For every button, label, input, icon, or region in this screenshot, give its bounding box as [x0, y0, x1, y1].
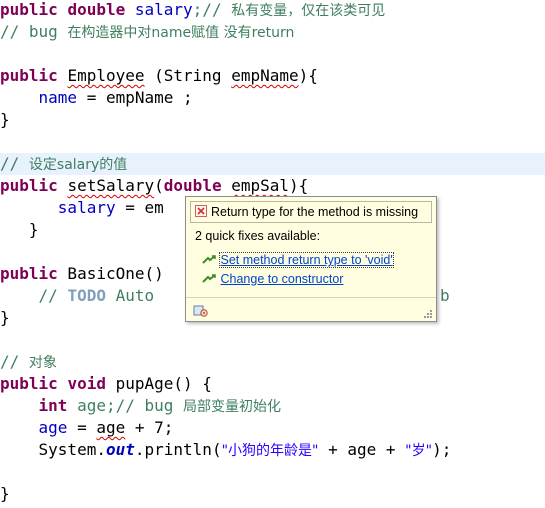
comment-text: 设定salary的值 — [28, 157, 128, 173]
quick-fix-popup[interactable]: Return type for the method is missing 2 … — [185, 196, 437, 322]
code-line-2: // bug 在构造器中对name赋值 没有return — [0, 21, 545, 43]
code-line-9: public setSalary(double empSal){ — [0, 175, 545, 197]
quickfix-bulb-icon — [202, 273, 216, 283]
keyword: double — [67, 0, 126, 19]
code-text: ){ — [298, 66, 318, 85]
comment-prefix: // — [0, 154, 29, 173]
code-line-6: } — [0, 110, 10, 129]
comment-text: Auto — [105, 286, 155, 305]
code-line-1: public double salary;// 私有变量，仅在该类可见 — [0, 0, 545, 21]
code-line-21: System.out.println("小狗的年龄是" + age + "岁")… — [0, 439, 545, 461]
code-text: ); — [432, 440, 452, 459]
keyword: int — [38, 396, 68, 415]
code-line-19: int age;// bug 局部变量初始化 — [0, 395, 545, 417]
settings-icon[interactable] — [193, 302, 209, 318]
string-literal: "岁" — [405, 443, 433, 459]
keyword: public — [0, 374, 58, 393]
param-name: empName — [231, 66, 299, 85]
code-text: BasicOne() — [57, 264, 164, 283]
comment-prefix: // — [38, 286, 68, 305]
comment-text: b — [440, 286, 450, 305]
keyword: public — [0, 176, 58, 195]
comment-prefix: // — [0, 352, 29, 371]
code-text: + 7; — [125, 418, 174, 437]
field-name: salary — [134, 0, 193, 19]
comment-text: 私有变量，仅在该类可见 — [231, 3, 386, 19]
code-text: age;// bug — [67, 396, 184, 415]
static-field: out — [105, 440, 135, 459]
comment-text: 在构造器中对name赋值 没有return — [67, 25, 295, 41]
code-text: + age + — [318, 440, 406, 459]
code-text: = em — [115, 198, 164, 217]
popup-title-bar: Return type for the method is missing — [190, 201, 432, 223]
code-line-20: age = age + 7; — [0, 417, 545, 439]
keyword: void — [67, 374, 106, 393]
keyword: public — [0, 0, 58, 19]
code-line-4: public Employee (String empName){ — [0, 65, 545, 87]
popup-footer — [186, 297, 436, 322]
quick-fix-item-constructor[interactable]: Change to constructor — [201, 270, 343, 288]
string-literal: "小狗的年龄是" — [221, 443, 319, 459]
comment-text: 局部变量初始化 — [183, 399, 282, 415]
keyword: double — [163, 176, 222, 195]
code-text: ){ — [289, 176, 309, 195]
quick-fix-link-void[interactable]: Set method return type to 'void' — [219, 252, 394, 268]
variable-name: age — [96, 418, 126, 437]
code-text: (String — [144, 66, 232, 85]
error-icon — [195, 205, 207, 217]
quick-fix-link-constructor[interactable]: Change to constructor — [220, 272, 343, 286]
method-name-error[interactable]: setSalary — [67, 176, 154, 195]
code-text: pupAge() { — [105, 374, 212, 393]
comment-prefix: // bug — [0, 22, 68, 41]
resize-grip-icon[interactable] — [422, 308, 433, 319]
todo-tag: TODO — [67, 286, 106, 305]
quick-fix-item-void[interactable]: Set method return type to 'void' — [201, 251, 394, 269]
code-line-14-tail: b — [440, 285, 460, 307]
quick-fix-count: 2 quick fixes available: — [195, 229, 321, 243]
field-name: name — [38, 88, 78, 107]
variable-name: age — [38, 418, 68, 437]
code-punct: ;// — [192, 0, 232, 19]
code-text: .println( — [134, 440, 222, 459]
code-text: = empName ; — [77, 88, 193, 107]
code-line-8-current: // 设定salary的值 — [0, 153, 545, 175]
code-text: = — [67, 418, 97, 437]
code-text: System. — [38, 440, 106, 459]
quickfix-bulb-icon — [202, 254, 216, 264]
problem-title: Return type for the method is missing — [211, 205, 419, 219]
field-name: salary — [57, 198, 116, 217]
code-line-17: // 对象 — [0, 351, 545, 373]
code-line-23: } — [0, 484, 10, 503]
code-line-18: public void pupAge() { — [0, 373, 545, 395]
constructor-name: Employee — [67, 66, 145, 85]
code-line-5: name = empName ; — [0, 87, 545, 109]
comment-text: 对象 — [28, 355, 57, 371]
keyword: public — [0, 66, 58, 85]
code-text: ( — [154, 176, 164, 195]
param-name: empSal — [231, 176, 290, 195]
keyword: public — [0, 264, 58, 283]
